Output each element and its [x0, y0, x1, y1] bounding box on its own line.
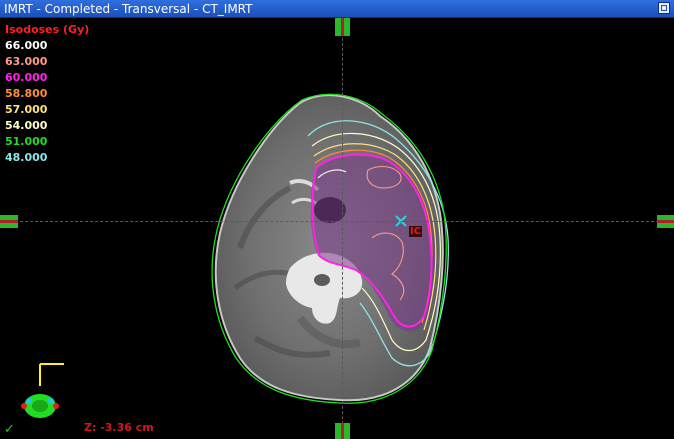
- ct-slice-image[interactable]: [0, 18, 674, 439]
- window-title: IMRT - Completed - Transversal - CT_IMRT: [4, 2, 253, 16]
- restore-window-button[interactable]: [658, 2, 670, 14]
- crosshair-horizontal: [0, 221, 674, 222]
- legend-level: 63.000: [5, 55, 48, 68]
- patient-orientation-icon: [21, 363, 64, 418]
- status-check-icon: ✓: [4, 422, 15, 437]
- z-position-readout: Z: -3.36 cm: [84, 421, 154, 434]
- ct-transversal-viewport[interactable]: Isodoses (Gy) 66.000 63.000 60.000 58.80…: [0, 18, 674, 439]
- legend-level: 58.800: [5, 87, 48, 100]
- legend-level: 54.000: [5, 119, 48, 132]
- crosshair-marker-bottom[interactable]: [335, 423, 350, 439]
- crosshair-marker-left[interactable]: [0, 215, 18, 228]
- window-titlebar: IMRT - Completed - Transversal - CT_IMRT: [0, 0, 674, 18]
- crosshair-marker-top[interactable]: [335, 18, 350, 36]
- legend-level: 57.000: [5, 103, 48, 116]
- legend-heading: Isodoses (Gy): [5, 23, 90, 36]
- structure-label-ic: IC: [409, 226, 423, 237]
- legend-level: 60.000: [5, 71, 48, 84]
- crosshair-vertical: [342, 18, 343, 439]
- legend-level: 48.000: [5, 151, 48, 164]
- restore-icon: [661, 5, 667, 11]
- crosshair-marker-right[interactable]: [657, 215, 674, 228]
- legend-level: 51.000: [5, 135, 48, 148]
- isodose-legend: Isodoses (Gy) 66.000 63.000 60.000 58.80…: [5, 22, 89, 166]
- legend-level: 66.000: [5, 39, 48, 52]
